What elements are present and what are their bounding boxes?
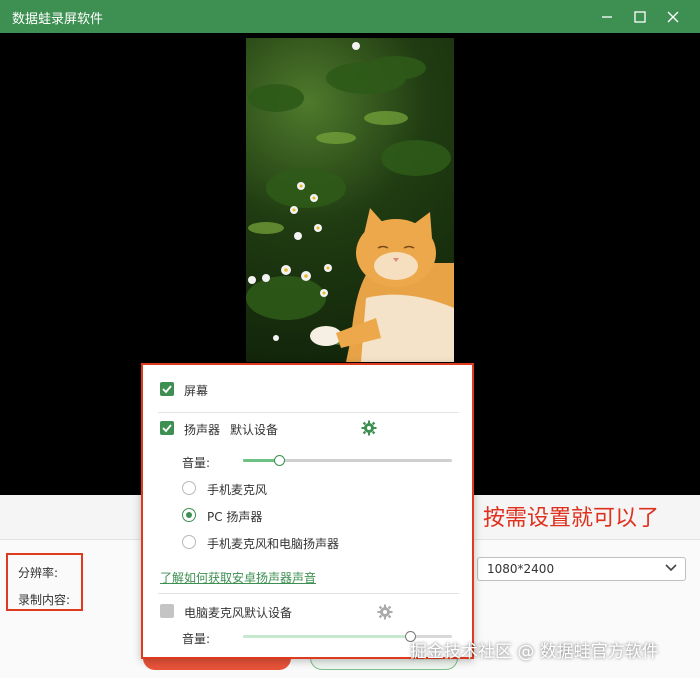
resolution-label: 分辨率: [18, 566, 59, 580]
audio-option-radio[interactable] [182, 535, 196, 549]
preview-image [246, 38, 454, 362]
title-bar: 数据蛙录屏软件 [0, 0, 700, 33]
mic-checkbox[interactable] [160, 604, 174, 618]
resolution-select[interactable]: 1080*2400 [477, 557, 686, 581]
maximize-icon [634, 10, 646, 23]
chevron-down-icon [665, 564, 677, 572]
recording-content-popup: 屏幕 扬声器 默认设备 音量: 手机麦克风 PC 扬声器手机麦克风和电脑扬声器 了… [141, 363, 474, 659]
speaker-volume-label: 音量: [182, 456, 211, 470]
window-title: 数据蛙录屏软件 [12, 12, 104, 27]
divider [158, 593, 459, 594]
checkmark-icon [162, 424, 172, 433]
audio-option-label: PC 扬声器 [207, 510, 263, 524]
speaker-volume-slider[interactable] [243, 455, 452, 466]
mic-label: 电脑麦克风默认设备 [184, 606, 293, 620]
watermark-text: 掘金技术社区 @ 数据蛙官方软件 [410, 642, 659, 662]
gear-icon[interactable] [361, 420, 377, 436]
annotation-text: 按需设置就可以了 [483, 506, 660, 531]
minimize-icon [602, 15, 612, 18]
minimize-button[interactable] [590, 0, 624, 33]
maximize-button[interactable] [623, 0, 657, 33]
speaker-checkbox[interactable] [160, 421, 174, 435]
resolution-value: 1080*2400 [487, 562, 555, 576]
gear-icon[interactable] [377, 604, 393, 620]
speaker-device: 默认设备 [230, 423, 279, 437]
mic-volume-label: 音量: [182, 632, 211, 646]
audio-option-label: 手机麦克风和电脑扬声器 [207, 537, 340, 551]
close-icon [667, 11, 679, 22]
speaker-volume-knob[interactable] [273, 455, 285, 466]
screen-checkbox[interactable] [160, 382, 174, 396]
cat-photo-illustration [246, 42, 454, 362]
audio-option-radio[interactable] [182, 508, 196, 522]
mic-volume-fill [243, 635, 411, 638]
audio-option-radio[interactable] [182, 481, 196, 495]
android-speaker-help-link[interactable]: 了解如何获取安卓扬声器声音 [160, 569, 316, 586]
settings-labels-highlight: 分辨率: 录制内容: [6, 553, 83, 611]
audio-option-label: 手机麦克风 [207, 483, 268, 497]
divider [158, 412, 459, 413]
checkmark-icon [162, 385, 172, 394]
speaker-label: 扬声器 [184, 423, 221, 437]
screen-label: 屏幕 [184, 384, 209, 398]
content-label: 录制内容: [18, 593, 71, 607]
close-button[interactable] [656, 0, 690, 33]
